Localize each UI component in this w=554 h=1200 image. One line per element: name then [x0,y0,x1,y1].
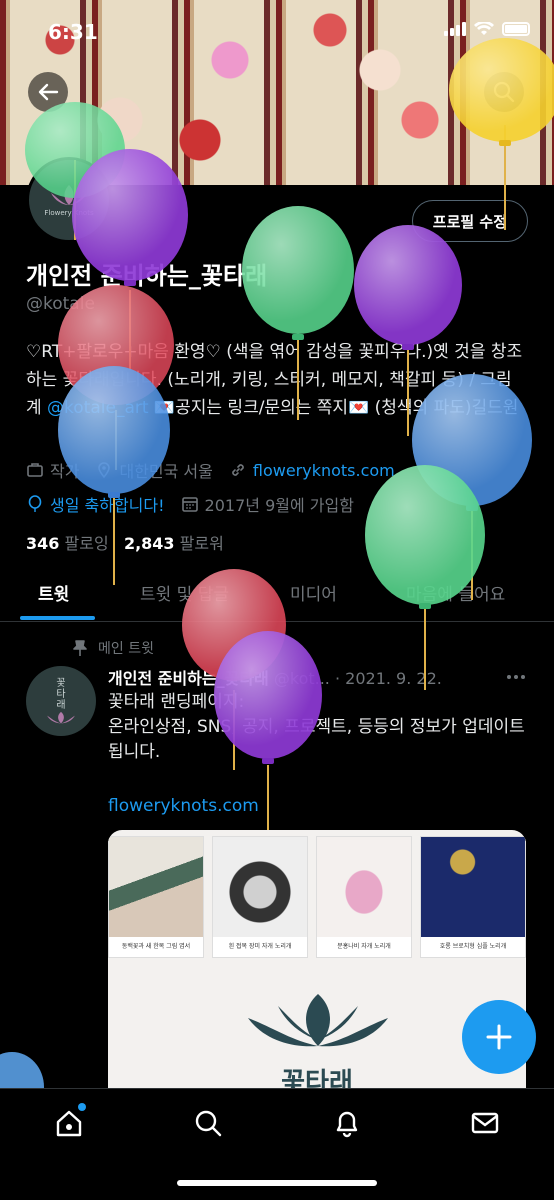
tab-tweets[interactable]: 트윗 [38,580,69,605]
following-link[interactable]: 346 팔로잉 [26,534,109,553]
product-image [317,837,411,937]
tweet-author-handle[interactable]: @kot... [274,669,330,688]
product-thumb: 호롱 브로치형 심플 노리개 [420,836,526,958]
home-icon [56,1110,82,1137]
link-icon [232,464,244,476]
product-image [421,837,525,937]
tweet-header: 개인전 준비하는_꽃타래 @kot... · 2021. 9. 22. [108,665,528,689]
follow-counts: 346 팔로잉 2,843 팔로워 [26,530,224,554]
search-icon [493,81,515,103]
lotus-logo-icon [51,185,87,205]
following-label: 팔로잉 [64,534,109,553]
product-thumb: 분홍나비 자개 노리개 [316,836,412,958]
avatar-logo-text: Flowery Knots [44,209,94,217]
followers-label: 팔로워 [179,534,224,553]
tweet-body: 꽃타래 랜딩페이지: 온라인상점, SNS, 공지, 프로젝트, 등등의 정보가… [108,690,528,765]
status-time: 6:31 [48,20,98,44]
birthday-text: 생일 축하합니다! [50,496,165,515]
profile-meta-row-2: 생일 축하합니다! 2017년 9월에 가입함 [26,492,354,516]
pin-icon [73,640,87,656]
followers-count: 2,843 [123,534,175,553]
signal-icon [444,22,466,36]
tweet-avatar-text: 꽃타래 [56,677,66,711]
search-icon [195,1110,222,1137]
product-image [213,837,307,937]
mail-icon [471,1112,499,1134]
profile-tabs: 트윗 트윗 및 답글 미디어 마음에 들어요 [0,560,554,622]
profile-handle: @kotale [26,294,95,314]
nav-messages[interactable] [469,1107,501,1139]
tab-media[interactable]: 미디어 [290,580,337,605]
back-button[interactable] [28,72,68,112]
battery-icon [502,22,530,36]
following-count: 346 [26,534,60,553]
tweet-date[interactable]: · 2021. 9. 22. [335,669,442,688]
plus-icon [486,1024,512,1050]
product-caption: 동백꽃과 새 한복 그림 엽서 [121,943,191,950]
product-caption: 호롱 브로치형 심플 노리개 [439,943,507,950]
profile-bio: ♡RT+팔로우+마음 환영♡ (색을 엮어 감성을 꽃피우다.)옛 것을 창조하… [26,338,526,422]
compose-tweet-button[interactable] [462,1000,536,1074]
nav-notifications[interactable] [331,1107,363,1139]
pinned-label-row: 메인 트윗 [72,638,154,658]
profile-category: 작가 [50,462,80,481]
lotus-logo-icon [47,711,75,723]
nav-search[interactable] [192,1107,224,1139]
bio-mention-link[interactable]: @kotale_art [47,398,148,418]
home-indicator [177,1180,377,1186]
profile-meta-row-1: 작가 대한민국 서울 floweryknots.com [26,458,395,482]
tab-likes[interactable]: 마음에 들어요 [406,580,505,605]
profile-avatar[interactable]: Flowery Knots [26,157,112,243]
product-caption: 흰 접목 장미 자개 노리개 [228,943,292,950]
status-bar: 6:31 [0,0,554,64]
wifi-icon [474,22,494,35]
product-thumb: 동백꽃과 새 한복 그림 엽서 [108,836,204,958]
tab-tweets-and-replies[interactable]: 트윗 및 답글 [140,580,229,605]
brand-logo-icon [248,994,388,1047]
profile-name: 개인전 준비하는_꽃타래 [26,262,268,290]
balloon-icon [28,495,42,512]
nav-home[interactable] [53,1107,85,1139]
search-button[interactable] [484,72,524,112]
tweet-author-name[interactable]: 개인전 준비하는_꽃타래 [108,669,269,688]
tweet-line-1: 꽃타래 랜딩페이지: [108,692,245,712]
bio-text-2: 💌공지는 링크/문의는 쪽지💌 (청색의 파도)길드원 [148,398,519,418]
location-pin-icon [98,462,111,479]
bell-icon [336,1111,358,1138]
status-icons [444,22,530,36]
more-options-icon[interactable] [506,674,526,680]
tweet-line-2: 온라인상점, SNS, 공지, 프로젝트, 등등의 정보가 업데이트 됩니다. [108,717,525,762]
tweet-author-avatar[interactable]: 꽃타래 [26,666,96,736]
calendar-icon [181,497,198,512]
joined-date: 2017년 9월에 가입함 [204,496,354,515]
card-brand-title: 꽃타래 [281,1068,353,1088]
followers-link[interactable]: 2,843 팔로워 [124,534,224,553]
profile-location: 대한민국 서울 [119,462,213,481]
tweet-link[interactable]: floweryknots.com [108,796,259,816]
pinned-label: 메인 트윗 [98,641,154,657]
briefcase-icon [27,463,43,477]
product-thumb: 흰 접목 장미 자개 노리개 [212,836,308,958]
product-image [109,837,203,937]
notification-dot [78,1103,86,1111]
active-tab-indicator [20,616,95,620]
edit-profile-button[interactable]: 프로필 수정 [411,200,528,242]
arrow-left-icon [38,83,59,101]
product-caption: 분홍나비 자개 노리개 [337,943,391,950]
profile-website-link[interactable]: floweryknots.com [253,461,395,480]
